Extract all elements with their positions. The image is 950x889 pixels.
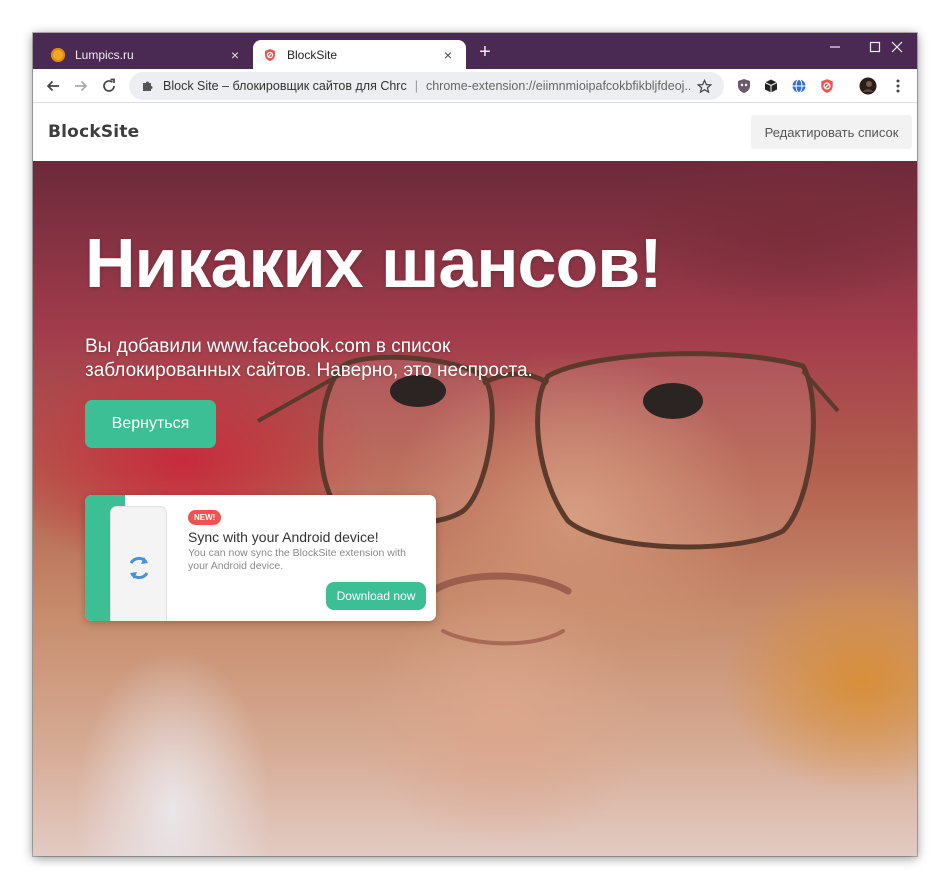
page-site-name: Block Site – блокировщик сайтов для Chrc <box>163 79 407 93</box>
page-content: BlockSite Редактировать список Никаких ш… <box>33 103 917 856</box>
hero-background-photo: Никаких шансов! Вы добавили www.facebook… <box>33 161 917 856</box>
tab-title: BlockSite <box>287 47 338 62</box>
extension-globe-icon[interactable] <box>790 77 808 95</box>
browser-menu-icon[interactable] <box>889 77 907 95</box>
site-header: BlockSite Редактировать список <box>33 103 917 161</box>
blocksite-favicon-icon <box>263 48 277 62</box>
reload-button[interactable] <box>97 74 121 98</box>
close-window-button[interactable] <box>877 33 917 61</box>
forward-button[interactable] <box>69 74 93 98</box>
tab-close-icon[interactable]: × <box>227 47 243 63</box>
browser-toolbar: Block Site – блокировщик сайтов для Chrc… <box>33 69 917 103</box>
close-icon <box>891 41 903 53</box>
browser-window: Lumpics.ru × BlockSite × + Block Site – … <box>33 33 917 856</box>
arrow-left-icon <box>46 80 59 92</box>
hero-headline: Никаких шансов! <box>85 224 663 302</box>
minimize-icon <box>830 46 840 48</box>
puzzle-icon <box>141 79 155 93</box>
promo-description: You can now sync the BlockSite extension… <box>188 547 406 572</box>
tab-lumpics[interactable]: Lumpics.ru × <box>41 40 253 69</box>
extension-shield-icon[interactable] <box>735 77 753 95</box>
omnibox-separator: | <box>414 79 418 93</box>
sync-icon <box>129 556 149 580</box>
blocked-message: Вы добавили www.facebook.com в список за… <box>85 336 533 381</box>
new-badge: NEW! <box>188 510 222 525</box>
go-back-button[interactable]: Вернуться <box>85 400 216 448</box>
bookmark-star-icon[interactable] <box>696 78 712 94</box>
tab-title: Lumpics.ru <box>75 47 134 62</box>
lumpics-favicon-icon <box>51 47 65 62</box>
promo-title: Sync with your Android device! <box>188 529 379 545</box>
blocksite-logo[interactable]: BlockSite <box>48 122 139 142</box>
new-tab-button[interactable]: + <box>475 42 495 62</box>
profile-avatar[interactable] <box>859 77 877 95</box>
tab-close-icon[interactable]: × <box>440 47 456 63</box>
extension-cube-icon[interactable] <box>762 77 780 95</box>
android-sync-promo-card: NEW! Sync with your Android device! You … <box>85 495 436 621</box>
back-button[interactable] <box>41 74 65 98</box>
address-bar[interactable]: Block Site – блокировщик сайтов для Chrc… <box>129 72 724 100</box>
download-now-button[interactable]: Download now <box>326 582 426 610</box>
title-bar: Lumpics.ru × BlockSite × + <box>33 33 917 69</box>
tab-blocksite[interactable]: BlockSite × <box>253 40 466 69</box>
edit-list-button[interactable]: Редактировать список <box>751 115 912 149</box>
arrow-right-icon <box>75 80 88 92</box>
minimize-button[interactable] <box>815 33 855 61</box>
extension-blocksite-icon[interactable] <box>818 77 836 95</box>
page-url: chrome-extension://eiimnmioipafcokbfikbl… <box>425 79 690 93</box>
reload-icon <box>103 78 115 92</box>
